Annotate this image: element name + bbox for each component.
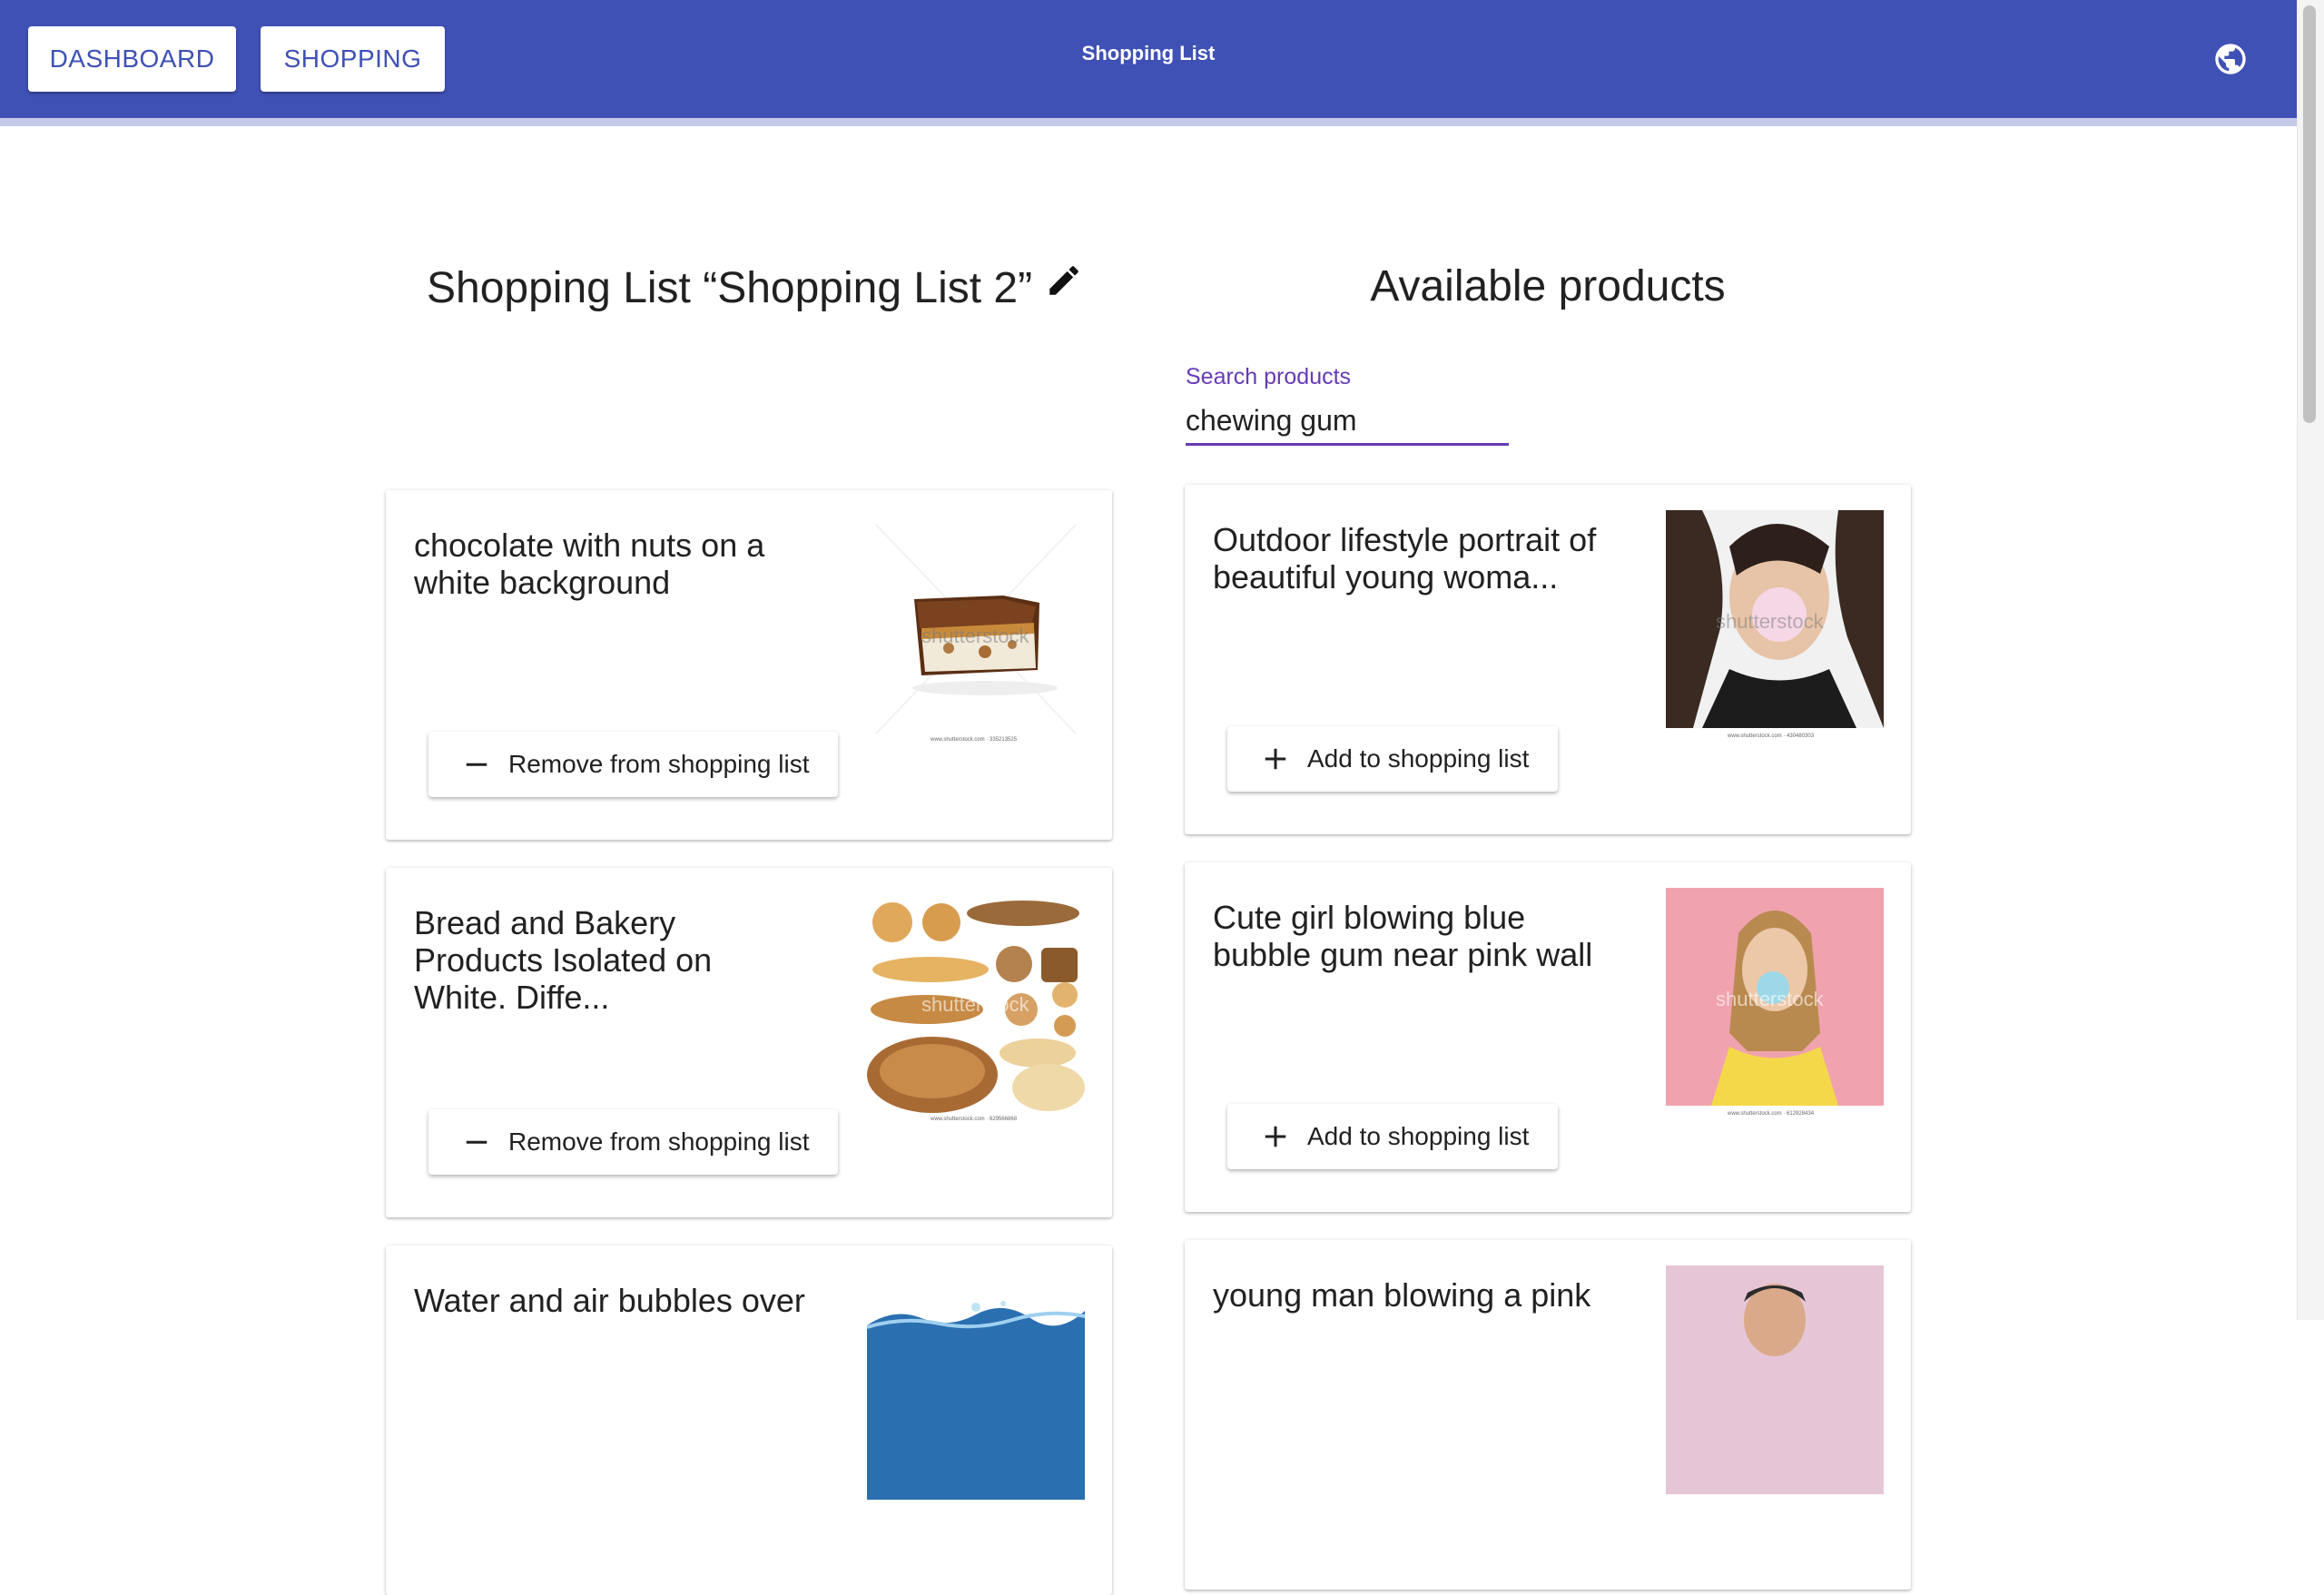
- shopping-list-title: Shopping List “Shopping List 2”: [427, 264, 1033, 312]
- svg-text:www.shutterstock.com · 4304803: www.shutterstock.com · 430480303: [1727, 734, 1815, 739]
- bakery-products-image: shutterstock www.shutterstock.com · 6295…: [867, 893, 1085, 1122]
- shopping-list-item: Bread and Bakery Products Isolated on Wh…: [386, 868, 1112, 1217]
- add-button-label: Add to shopping list: [1307, 744, 1530, 773]
- remove-from-list-button[interactable]: Remove from shopping list: [428, 732, 839, 797]
- woman-bubble-gum-image: shutterstock www.shutterstock.com · 4304…: [1666, 510, 1884, 739]
- shopping-list-item: Water and air bubbles over: [386, 1245, 1112, 1595]
- plus-icon: [1265, 748, 1286, 770]
- available-product-item: Outdoor lifestyle portrait of beautiful …: [1185, 485, 1911, 834]
- globe-icon[interactable]: [2212, 41, 2249, 77]
- man-pink-bubble-image: [1666, 1265, 1884, 1494]
- scrollbar-thumb[interactable]: [2303, 5, 2316, 423]
- shopping-list-heading: Shopping List “Shopping List 2”: [427, 263, 1083, 313]
- search-label: Search products: [1186, 364, 1352, 389]
- remove-from-list-button[interactable]: Remove from shopping list: [428, 1109, 839, 1175]
- remove-button-label: Remove from shopping list: [508, 1127, 810, 1156]
- girl-blue-bubble-image: shutterstock www.shutterstock.com · 6129…: [1666, 888, 1884, 1117]
- remove-button-label: Remove from shopping list: [508, 750, 810, 778]
- add-button-label: Add to shopping list: [1307, 1122, 1530, 1150]
- product-title: Cute girl blowing blue bubble gum near p…: [1213, 899, 1593, 973]
- minus-icon: [466, 763, 487, 766]
- add-to-list-button[interactable]: Add to shopping list: [1227, 726, 1559, 792]
- svg-text:shutterstock: shutterstock: [1716, 610, 1825, 633]
- svg-text:www.shutterstock.com · 3352135: www.shutterstock.com · 335213525: [930, 737, 1018, 743]
- water-bubbles-image: [867, 1271, 1085, 1500]
- available-product-item: Cute girl blowing blue bubble gum near p…: [1185, 862, 1911, 1212]
- svg-text:www.shutterstock.com · 6295668: www.shutterstock.com · 629566868: [930, 1117, 1018, 1122]
- available-products-heading: Available products: [1370, 262, 1726, 310]
- product-title: chocolate with nuts on a white backgroun…: [414, 527, 765, 601]
- chocolate-bar-image: shutterstock www.shutterstock.com · 3352…: [867, 516, 1085, 744]
- app-title: Shopping List: [1081, 42, 1216, 64]
- product-title: Outdoor lifestyle portrait of beautiful …: [1213, 521, 1597, 596]
- svg-text:www.shutterstock.com · 6129284: www.shutterstock.com · 612928434: [1727, 1111, 1815, 1117]
- svg-text:shutterstock: shutterstock: [921, 993, 1030, 1016]
- minus-icon: [466, 1140, 487, 1144]
- product-title: Bread and Bakery Products Isolated on Wh…: [414, 904, 713, 1016]
- dashboard-button[interactable]: DASHBOARD: [28, 26, 236, 92]
- svg-text:shutterstock: shutterstock: [921, 625, 1030, 647]
- loading-progress-bar: [0, 118, 2297, 126]
- shopping-list-item: chocolate with nuts on a white backgroun…: [386, 490, 1112, 840]
- product-title: young man blowing a pink: [1213, 1276, 1591, 1314]
- app-bar: DASHBOARD SHOPPING Shopping List: [0, 0, 2297, 118]
- pencil-icon[interactable]: [1045, 261, 1083, 300]
- available-product-item: young man blowing a pink: [1185, 1240, 1911, 1590]
- search-input[interactable]: [1186, 398, 1509, 446]
- shopping-button[interactable]: SHOPPING: [261, 26, 445, 92]
- add-to-list-button[interactable]: Add to shopping list: [1227, 1104, 1559, 1169]
- product-title: Water and air bubbles over: [414, 1282, 805, 1319]
- svg-text:shutterstock: shutterstock: [1716, 988, 1825, 1010]
- plus-icon: [1265, 1126, 1286, 1147]
